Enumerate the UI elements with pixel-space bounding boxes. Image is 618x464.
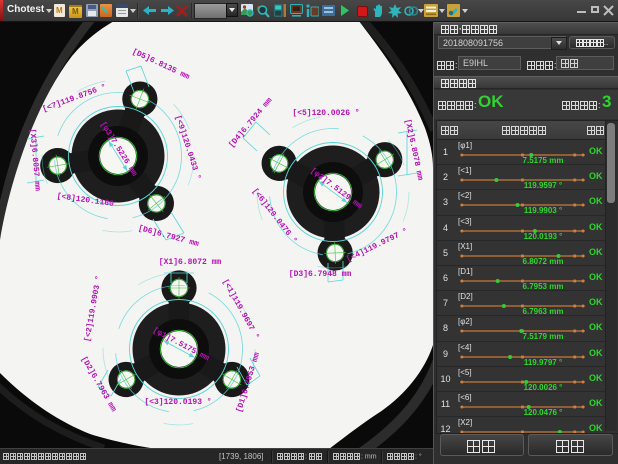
svg-text:[D3]6.7948 mm: [D3]6.7948 mm <box>289 270 352 279</box>
svg-text:[<5]120.0026 °: [<5]120.0026 ° <box>292 109 359 118</box>
svg-text:[X1]6.8072 mm: [X1]6.8072 mm <box>159 258 222 267</box>
svg-text:[<3]120.0193 °: [<3]120.0193 ° <box>144 398 211 407</box>
